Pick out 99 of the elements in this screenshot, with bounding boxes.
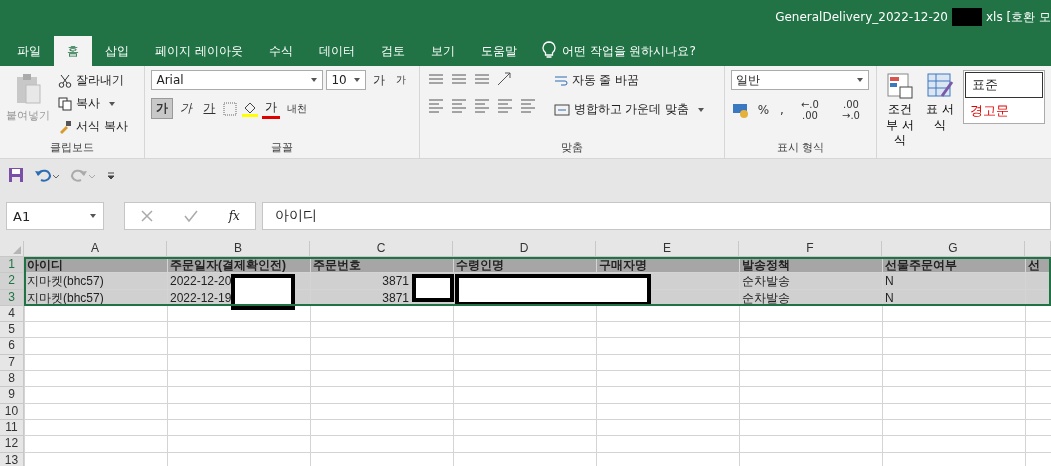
- font-name-dropdown[interactable]: Arial: [151, 70, 324, 90]
- grow-font-button[interactable]: 가: [369, 70, 390, 90]
- column-header[interactable]: A: [24, 241, 167, 257]
- row-header[interactable]: 5: [0, 322, 24, 339]
- shrink-font-button[interactable]: 가: [392, 72, 411, 88]
- ribbon-tab[interactable]: 도움말: [467, 36, 530, 66]
- bold-button[interactable]: 가: [151, 98, 174, 119]
- caret-icon: [697, 105, 706, 114]
- cell-text: 지마켓(bhc57): [27, 274, 104, 289]
- column-header[interactable]: B: [167, 241, 310, 257]
- caret-icon: [855, 76, 864, 84]
- group-label: 글꼴: [271, 141, 293, 154]
- copy-icon: [58, 96, 72, 111]
- copy-button[interactable]: 복사: [56, 93, 130, 114]
- wrap-text-button[interactable]: 자동 줄 바꿈: [551, 70, 708, 91]
- redaction-box: [952, 8, 982, 26]
- tell-me-field[interactable]: 어떤 작업을 원하시나요?: [561, 36, 696, 66]
- cell-text: 아이디: [27, 258, 63, 272]
- group-label: 클립보드: [50, 141, 95, 154]
- cell-text: 선물주문여부: [885, 258, 957, 272]
- cell-text: 구매자명: [599, 258, 647, 272]
- column-header[interactable]: E: [596, 241, 739, 257]
- cell-text: N: [885, 290, 894, 305]
- window-title: xls [호환 모: [986, 8, 1051, 26]
- row-header[interactable]: 6: [0, 338, 24, 355]
- row-header[interactable]: 12: [0, 436, 24, 453]
- font-color-button[interactable]: 가: [262, 98, 281, 119]
- ribbon-tab[interactable]: 페이지 레이아웃: [142, 36, 256, 66]
- italic-button[interactable]: 가: [176, 99, 197, 118]
- select-all-button[interactable]: [0, 241, 24, 257]
- save-icon[interactable]: [8, 167, 24, 183]
- row-header[interactable]: 9: [0, 387, 24, 404]
- column-header[interactable]: F: [739, 241, 882, 257]
- phonetic-button[interactable]: 내천: [283, 100, 312, 117]
- column-header[interactable]: [1025, 241, 1051, 257]
- caret-icon: [108, 99, 116, 108]
- clipboard-icon: [14, 72, 42, 106]
- wrap-text-icon: [553, 73, 568, 88]
- window-title: GeneralDelivery_2022-12-20: [775, 10, 948, 24]
- scissors-icon: [58, 73, 72, 88]
- cell-text: 발송정책: [742, 258, 790, 272]
- cut-button[interactable]: 잘라내기: [56, 70, 130, 91]
- cell-text: 2022-12-20: [170, 274, 232, 289]
- currency-icon[interactable]: [730, 101, 751, 119]
- cell-text: 주문번호: [313, 258, 361, 272]
- format-table-button[interactable]: 표 서식: [923, 70, 957, 158]
- ribbon-tab[interactable]: 수식: [255, 36, 306, 66]
- caret-icon: [310, 76, 319, 84]
- conditional-format-icon: [886, 72, 914, 100]
- redo-icon[interactable]: [70, 167, 96, 183]
- cell-text: 순차발송: [742, 274, 790, 289]
- table-icon: [926, 72, 954, 100]
- increase-decimal-button[interactable]: ←.0 .00: [790, 98, 829, 122]
- ribbon-tab[interactable]: 삽입: [92, 36, 142, 66]
- column-header[interactable]: G: [882, 241, 1025, 257]
- comma-button[interactable]: ,: [776, 102, 788, 118]
- percent-button[interactable]: %: [753, 102, 774, 118]
- cell-text: 3871: [382, 290, 409, 305]
- name-box[interactable]: A1: [6, 202, 104, 230]
- group-label: 맞춤: [560, 141, 583, 154]
- lightbulb-icon: [541, 41, 556, 59]
- conditional-format-button[interactable]: 조건부 서식: [883, 70, 917, 158]
- ribbon-tab[interactable]: 데이터: [305, 36, 368, 66]
- cell-text: 순차발송: [742, 290, 790, 305]
- merge-cells-icon: [553, 102, 570, 117]
- cancel-icon[interactable]: [140, 209, 155, 223]
- decrease-decimal-button[interactable]: .00 →.0: [831, 98, 870, 122]
- triangle-icon: [13, 246, 21, 254]
- check-icon[interactable]: [184, 209, 199, 223]
- row-header[interactable]: 1: [0, 257, 24, 274]
- cell-text: 지마켓(bhc57): [27, 290, 104, 305]
- merge-center-button[interactable]: 병합하고 가운데 맞춤: [551, 99, 708, 120]
- cell-text: 2022-12-19: [170, 290, 232, 305]
- column-header[interactable]: D: [453, 241, 596, 257]
- ribbon-tab[interactable]: 홈: [54, 36, 92, 66]
- caret-icon: [353, 76, 362, 84]
- cell-text: N: [885, 274, 894, 289]
- cell-style-warning[interactable]: 경고문: [964, 99, 1044, 123]
- caret-icon: [89, 212, 97, 220]
- formula-field[interactable]: 아이디: [262, 202, 1051, 230]
- number-format-dropdown[interactable]: 일반: [730, 70, 869, 90]
- ribbon-tab[interactable]: 파일: [4, 36, 54, 66]
- insert-function-button[interactable]: fx: [228, 209, 240, 223]
- undo-icon[interactable]: [34, 167, 60, 183]
- cell-text: 수령인명: [456, 258, 504, 272]
- cell-text: 선: [1028, 258, 1040, 272]
- group-label: 표시 형식: [776, 141, 825, 154]
- cell-style-normal[interactable]: 표준: [965, 72, 1043, 98]
- row-header[interactable]: 8: [0, 371, 24, 388]
- ribbon-tab[interactable]: 보기: [417, 36, 468, 66]
- cell-text: 주문일자(결제확인전): [170, 258, 286, 272]
- cell-text: 3871: [382, 274, 409, 289]
- ribbon-tab[interactable]: 검토: [367, 36, 418, 66]
- font-size-dropdown[interactable]: 10: [326, 70, 367, 90]
- format-painter-button[interactable]: 서식 복사: [56, 116, 130, 137]
- column-header[interactable]: C: [310, 241, 453, 257]
- row-header[interactable]: 2: [0, 273, 24, 290]
- underline-button[interactable]: 가: [199, 99, 220, 118]
- paintbrush-icon: [58, 119, 72, 134]
